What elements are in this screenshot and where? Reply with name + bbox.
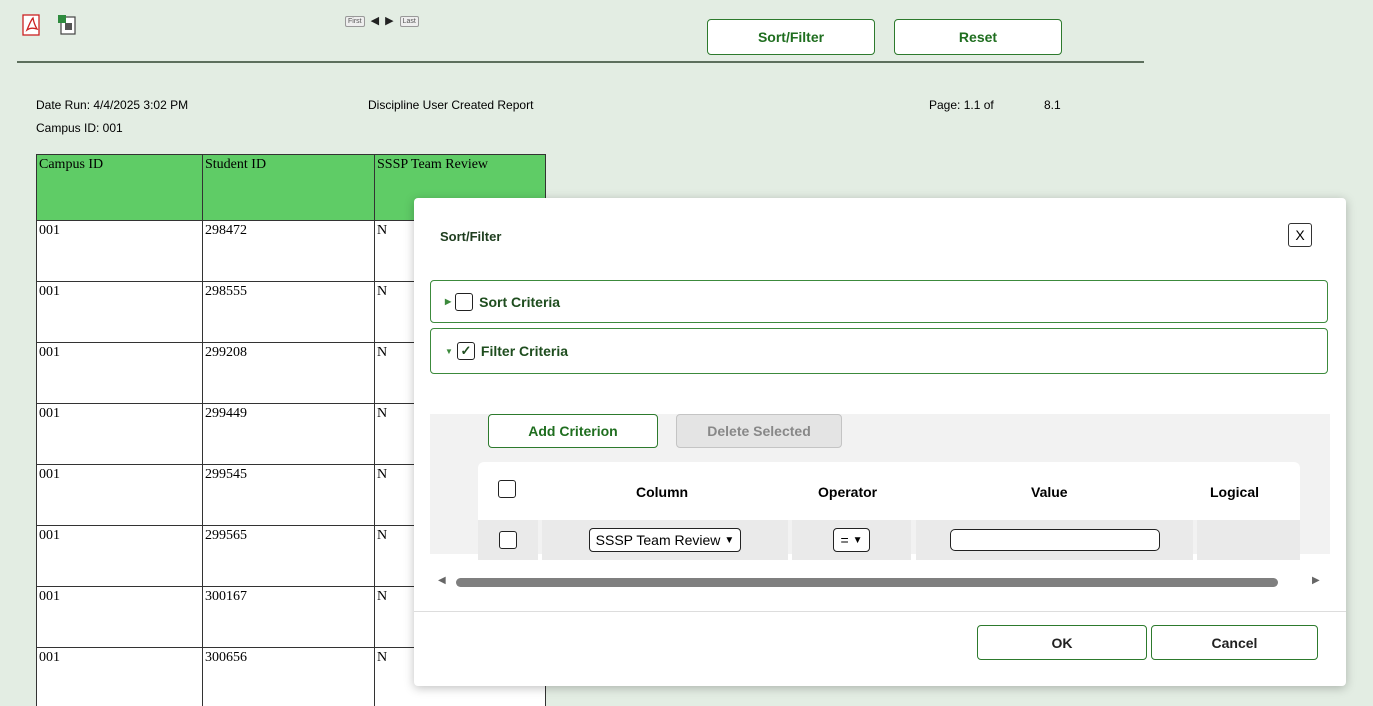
table-cell: 300167	[202, 586, 375, 648]
scroll-right-icon[interactable]: ▶	[1312, 575, 1320, 586]
dialog-title: Sort/Filter	[440, 229, 502, 244]
table-cell: 299565	[202, 525, 375, 587]
page-label: Page: 1.1 of	[929, 98, 994, 112]
table-cell: 299545	[202, 464, 375, 526]
scroll-left-icon[interactable]: ◀	[438, 575, 446, 586]
delete-selected-button[interactable]: Delete Selected	[676, 414, 842, 448]
reset-button[interactable]: Reset	[894, 19, 1062, 55]
filter-panel: Add Criterion Delete Selected Column Ope…	[430, 414, 1330, 560]
criteria-row: SSSP Team Review ▼ = ▼	[478, 520, 1300, 560]
header-column: Column	[636, 484, 689, 500]
pdf-icon[interactable]	[20, 14, 44, 36]
table-cell: 298555	[202, 281, 375, 343]
column-select[interactable]: SSSP Team Review ▼	[588, 528, 742, 552]
chevron-down-icon: ▼	[724, 534, 735, 546]
operator-select[interactable]: = ▼	[833, 528, 870, 552]
table-cell: 001	[36, 464, 203, 526]
table-cell: 001	[36, 586, 203, 648]
filter-criteria-label: Filter Criteria	[480, 343, 569, 359]
first-page-button[interactable]: First	[345, 16, 365, 27]
sort-criteria-label: Sort Criteria	[479, 293, 561, 310]
dialog-footer-divider	[414, 611, 1346, 612]
table-cell: 299208	[202, 342, 375, 404]
prev-page-icon[interactable]: ◀	[371, 16, 379, 27]
report-title: Discipline User Created Report	[368, 98, 534, 112]
criteria-grid-header: Column Operator Value Logical	[478, 462, 1300, 520]
logical-cell[interactable]	[1197, 520, 1300, 560]
table-cell: 001	[36, 525, 203, 587]
scrollbar-thumb[interactable]	[456, 578, 1278, 587]
header-value: Value	[1031, 484, 1068, 500]
add-criterion-button[interactable]: Add Criterion	[488, 414, 658, 448]
filter-criteria-section[interactable]: ▼ ✓ Filter Criteria	[430, 328, 1328, 374]
toolbar-divider	[17, 61, 1144, 63]
sort-filter-button[interactable]: Sort/Filter	[707, 19, 875, 55]
table-cell: 300656	[202, 647, 375, 706]
table-cell: 001	[36, 342, 203, 404]
row-checkbox[interactable]	[499, 531, 517, 549]
row-select-cell	[478, 520, 538, 560]
select-all-checkbox[interactable]	[498, 480, 516, 498]
horizontal-scrollbar[interactable]: ◀ ▶	[430, 574, 1328, 590]
sort-criteria-checkbox[interactable]	[455, 292, 474, 311]
filter-criteria-checkbox[interactable]: ✓	[456, 342, 475, 360]
close-button[interactable]: X	[1288, 223, 1312, 247]
header-logical: Logical	[1210, 484, 1260, 500]
last-page-button[interactable]: Last	[399, 16, 419, 27]
table-cell: 299449	[202, 403, 375, 465]
sort-filter-dialog: Sort/Filter X ▶ Sort Criteria ▼ ✓ Filter…	[414, 198, 1346, 686]
expand-down-icon[interactable]: ▼	[445, 347, 453, 356]
next-page-icon[interactable]: ▶	[385, 16, 393, 27]
header-operator: Operator	[818, 484, 878, 500]
cancel-button[interactable]: Cancel	[1151, 625, 1318, 660]
chevron-down-icon: ▼	[852, 534, 863, 546]
page-total: 8.1	[1044, 98, 1061, 112]
date-run: Date Run: 4/4/2025 3:02 PM	[36, 98, 189, 112]
column-header: Student ID	[202, 154, 375, 221]
value-input[interactable]	[949, 529, 1160, 551]
value-cell	[916, 520, 1193, 560]
table-cell: 001	[36, 647, 203, 706]
table-cell: 001	[36, 281, 203, 343]
campus-id-line: Campus ID: 001	[36, 121, 123, 135]
sort-criteria-section[interactable]: ▶ Sort Criteria	[430, 280, 1328, 323]
column-header: Campus ID	[36, 154, 203, 221]
ok-button[interactable]: OK	[977, 625, 1147, 660]
expand-right-icon[interactable]: ▶	[445, 297, 451, 306]
table-cell: 001	[36, 403, 203, 465]
table-cell: 001	[36, 220, 203, 282]
operator-select-value: =	[840, 532, 849, 548]
operator-cell: = ▼	[792, 520, 911, 560]
pager: First ◀ ▶ Last	[345, 16, 419, 27]
column-select-value: SSSP Team Review	[595, 532, 721, 548]
table-cell: 298472	[202, 220, 375, 282]
column-cell: SSSP Team Review ▼	[542, 520, 788, 560]
export-icon[interactable]	[56, 14, 80, 36]
